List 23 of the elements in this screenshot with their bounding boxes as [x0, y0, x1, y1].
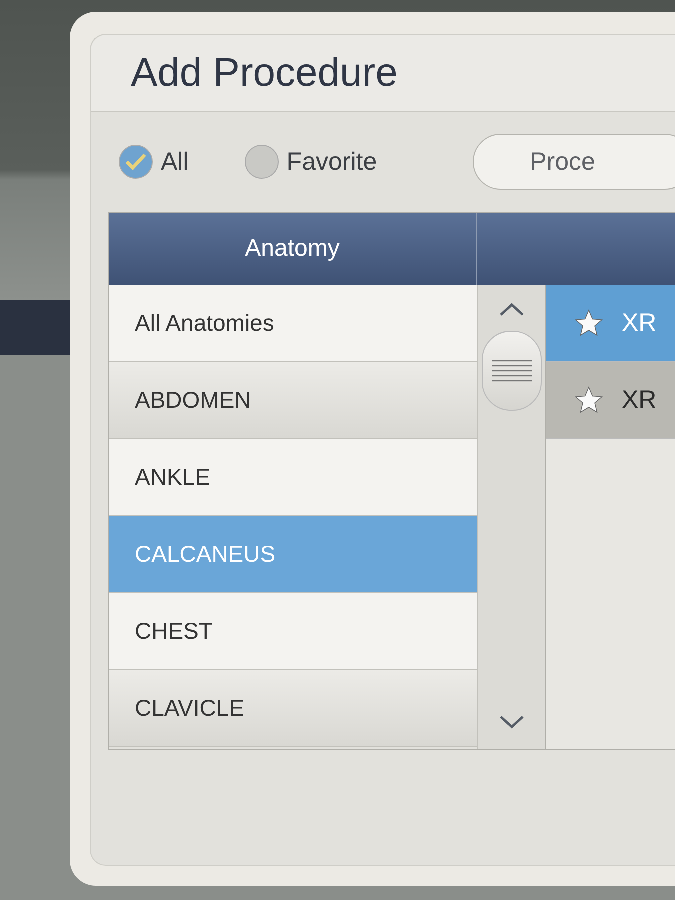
radio-button[interactable]: [244, 145, 279, 179]
procedure-item[interactable]: XR: [546, 362, 675, 439]
dialog-title: Add Procedure: [131, 50, 398, 96]
anatomy-item[interactable]: CLAVICLE: [109, 670, 477, 747]
column-header: Anatomy: [109, 213, 477, 285]
search-field[interactable]: Proce: [473, 134, 675, 190]
radio-button[interactable]: [119, 145, 153, 179]
check-icon: [125, 153, 147, 171]
anatomy-item[interactable]: ABDOMEN: [109, 362, 477, 439]
star-icon: [574, 385, 604, 415]
procedure-name: XR: [622, 308, 657, 338]
anatomy-item[interactable]: ANKLE: [109, 439, 477, 516]
down-icon: [498, 715, 524, 729]
grip-icon: [492, 358, 532, 384]
radio-label: All: [161, 148, 189, 176]
anatomy-item[interactable]: All Anatomies: [109, 285, 477, 362]
star-icon: [574, 308, 604, 338]
scroll-thumb[interactable]: [482, 331, 542, 411]
up-icon: [498, 303, 524, 317]
radio-label: Favorite: [286, 148, 378, 176]
procedure-name: XR: [622, 386, 657, 414]
anatomy-item[interactable]: CHEST: [109, 593, 477, 670]
scroll-bar[interactable]: [477, 285, 545, 749]
